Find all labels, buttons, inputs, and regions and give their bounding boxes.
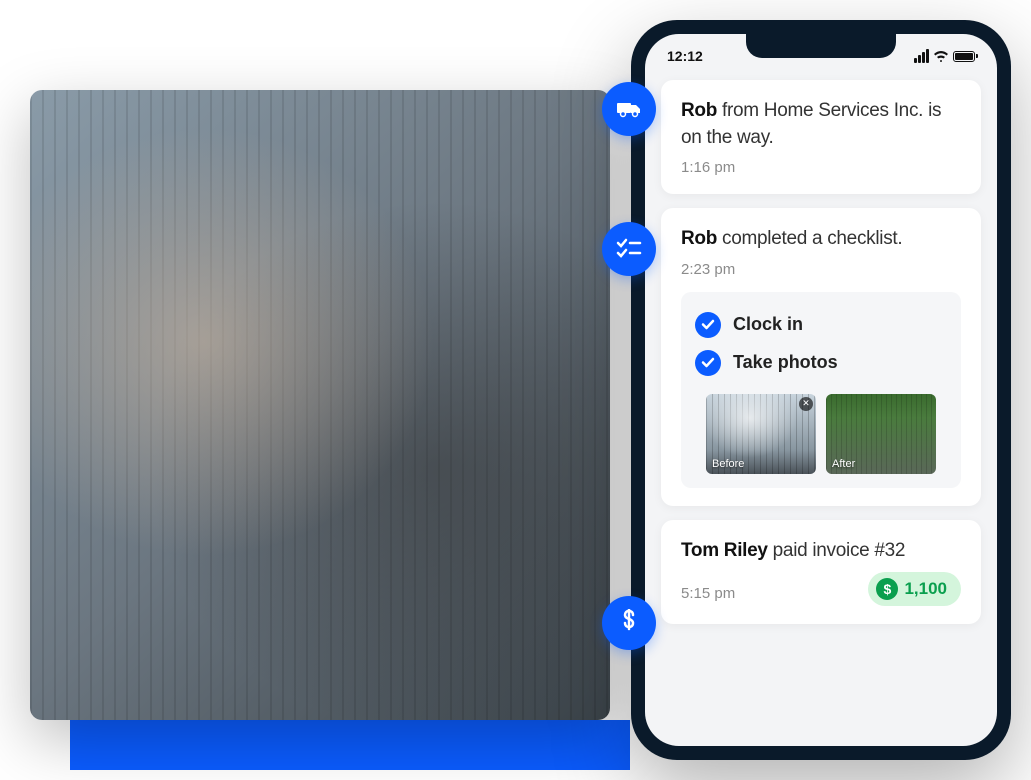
notification-time: 1:16 pm [681, 159, 961, 176]
technician-photo [30, 90, 610, 720]
notification-title: Tom Riley paid invoice #32 [681, 538, 961, 565]
phone-notch [746, 34, 896, 58]
blue-accent-block [70, 720, 630, 770]
status-time: 12:12 [667, 48, 703, 64]
check-icon [695, 312, 721, 338]
checklist-item-clockin: Clock in [695, 306, 947, 344]
phone-screen: 12:12 Rob from Home Services Inc. is on … [645, 34, 997, 746]
signal-icon [914, 49, 929, 63]
photo-label: After [832, 458, 855, 470]
dollar-circle-icon: $ [876, 578, 898, 600]
notification-card-arrival[interactable]: Rob from Home Services Inc. is on the wa… [661, 80, 981, 194]
notification-card-checklist[interactable]: Rob completed a checklist. 2:23 pm Clock… [661, 208, 981, 506]
photo-thumb-before[interactable]: ✕ Before [706, 394, 816, 474]
dollar-icon [602, 596, 656, 650]
notification-title: Rob completed a checklist. [681, 226, 961, 253]
notification-time: 5:15 pm [681, 585, 735, 602]
notification-title: Rob from Home Services Inc. is on the wa… [681, 98, 961, 151]
amount-pill: $ 1,100 [868, 572, 961, 606]
checklist-box: Clock in Take photos ✕ Before [681, 292, 961, 488]
close-icon[interactable]: ✕ [799, 397, 813, 411]
photo-row: ✕ Before After [695, 394, 947, 474]
battery-icon [953, 51, 975, 62]
photo-label: Before [712, 458, 744, 470]
photo-thumb-after[interactable]: After [826, 394, 936, 474]
checklist-label: Take photos [733, 352, 838, 373]
checklist-item-photos: Take photos [695, 344, 947, 382]
amount-value: 1,100 [904, 579, 947, 599]
checklist-icon [602, 222, 656, 276]
checklist-label: Clock in [733, 314, 803, 335]
phone-frame: 12:12 Rob from Home Services Inc. is on … [631, 20, 1011, 760]
check-icon [695, 350, 721, 376]
notification-time: 2:23 pm [681, 261, 961, 278]
notification-card-invoice[interactable]: Tom Riley paid invoice #32 5:15 pm $ 1,1… [661, 520, 981, 625]
notification-list: Rob from Home Services Inc. is on the wa… [645, 72, 997, 632]
wifi-icon [933, 50, 949, 62]
status-icons [914, 49, 975, 63]
truck-icon [602, 82, 656, 136]
